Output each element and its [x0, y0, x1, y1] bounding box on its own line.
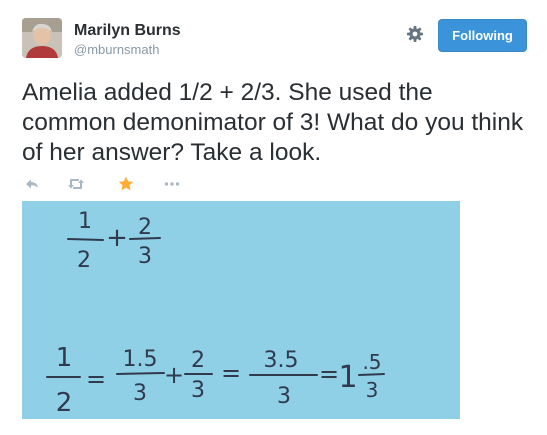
avatar-image [22, 18, 62, 58]
equals-sign: = [86, 365, 106, 393]
digit: 1 [56, 343, 73, 373]
user-handle[interactable]: @mburnsmath [74, 42, 159, 57]
digit: 3 [277, 384, 291, 409]
tweet-photo[interactable]: 1 2 + 2 3 1 2 = 1.5 3 + 2 3 = 3.5 3 = 1 … [22, 201, 460, 419]
equals-sign: = [221, 359, 241, 387]
digit: 3.5 [264, 348, 299, 373]
retweet-icon[interactable] [66, 174, 86, 194]
digit: 2 [191, 348, 205, 373]
digit: 3 [138, 244, 152, 269]
plus-sign: + [164, 361, 184, 389]
tweet-text: Amelia added 1/2 + 2/3. She used the com… [22, 79, 524, 166]
favorite-icon[interactable] [116, 174, 136, 194]
digit: 1.5 [123, 347, 158, 372]
tweet-actions [22, 174, 202, 196]
equals-sign: = [319, 360, 339, 388]
tweet-card: Marilyn Burns @mburnsmath Following Amel… [0, 0, 547, 435]
digit: 3 [191, 378, 205, 403]
reply-icon[interactable] [22, 174, 42, 194]
digit: 3 [366, 378, 379, 402]
fraction-bar [358, 373, 385, 376]
digit: 2 [77, 248, 91, 273]
gear-icon[interactable] [405, 24, 425, 44]
digit: .5 [362, 350, 381, 374]
plus-sign: + [106, 223, 128, 253]
user-name[interactable]: Marilyn Burns [74, 22, 181, 40]
fraction-bar [116, 372, 165, 375]
whole-number: 1 [338, 360, 357, 395]
avatar[interactable] [22, 18, 62, 58]
fraction-bar [129, 237, 161, 240]
digit: 2 [138, 215, 152, 240]
digit: 3 [133, 381, 147, 406]
following-button[interactable]: Following [438, 19, 527, 52]
digit: 2 [56, 388, 73, 418]
digit: 1 [78, 209, 92, 234]
fraction-bar [67, 238, 104, 241]
handwritten-fractions-image: 1 2 + 2 3 1 2 = 1.5 3 + 2 3 = 3.5 3 = 1 … [22, 201, 460, 419]
more-icon[interactable] [162, 174, 182, 194]
